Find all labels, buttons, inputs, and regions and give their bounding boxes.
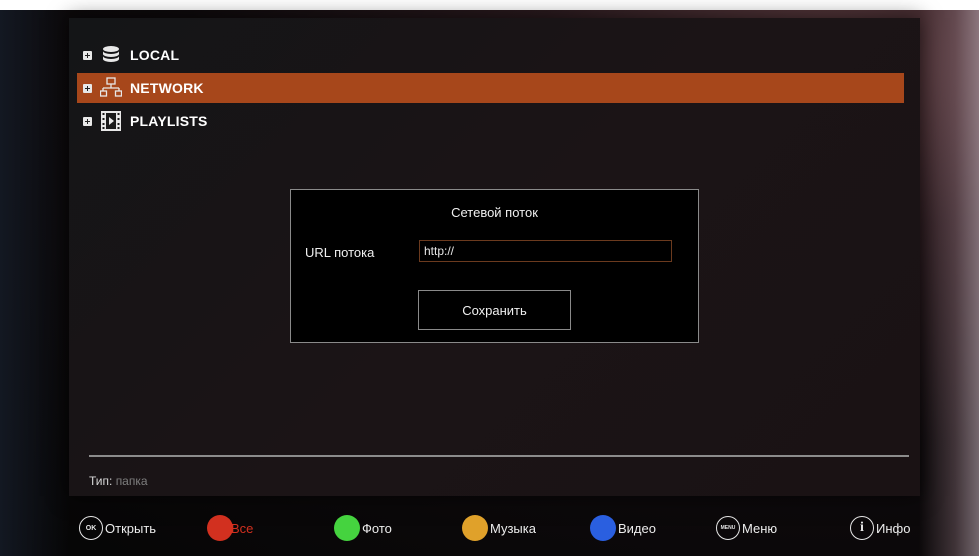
divider <box>89 455 909 457</box>
footer-info-label: Инфо <box>876 520 911 536</box>
footer-music[interactable]: Музыка <box>462 515 536 541</box>
footer-video-label: Видео <box>618 520 656 536</box>
url-input[interactable] <box>419 240 672 262</box>
left-shade <box>0 10 70 556</box>
footer-all[interactable]: Все <box>207 515 253 541</box>
save-button[interactable]: Сохранить <box>418 290 571 330</box>
right-glow <box>919 10 979 556</box>
footer-info[interactable]: i Инфо <box>850 515 910 541</box>
footer-photo-label: Фото <box>362 520 392 536</box>
network-icon <box>100 77 122 99</box>
expand-icon[interactable] <box>83 50 92 60</box>
tree-item-playlists[interactable]: PLAYLISTS <box>77 106 208 136</box>
footer-bar: OK Открыть Все Фото Музыка Видео MENU Ме… <box>0 502 979 556</box>
film-icon <box>100 110 122 132</box>
dialog-title: Сетевой поток <box>451 205 538 220</box>
footer-all-label: Все <box>231 520 254 536</box>
blue-button-icon <box>590 515 616 541</box>
info-icon: i <box>850 516 874 540</box>
footer-video[interactable]: Видео <box>590 515 656 541</box>
tree-item-label: NETWORK <box>130 80 204 96</box>
info-line: Тип: папка <box>89 474 148 488</box>
expand-icon[interactable] <box>83 116 92 126</box>
footer-menu[interactable]: MENU Меню <box>716 515 777 541</box>
tree-item-local[interactable]: LOCAL <box>77 40 179 70</box>
footer-open-label: Открыть <box>105 520 157 536</box>
info-value: папка <box>115 474 148 488</box>
menu-button-icon: MENU <box>716 516 740 540</box>
yellow-button-icon <box>462 515 488 541</box>
footer-photo[interactable]: Фото <box>334 515 392 541</box>
network-stream-dialog: Сетевой поток URL потока Сохранить <box>290 189 699 343</box>
footer-menu-label: Меню <box>742 520 778 536</box>
footer-music-label: Музыка <box>490 520 536 536</box>
red-button-icon <box>207 515 233 541</box>
tree-item-network[interactable]: NETWORK <box>77 73 904 103</box>
footer-open[interactable]: OK Открыть <box>79 515 156 541</box>
info-key: Тип: <box>89 474 113 488</box>
ok-button-icon: OK <box>79 516 103 540</box>
database-icon <box>100 44 122 66</box>
top-strip <box>0 0 979 10</box>
url-label: URL потока <box>305 245 375 260</box>
tree-item-label: LOCAL <box>130 47 180 63</box>
green-button-icon <box>334 515 360 541</box>
expand-icon[interactable] <box>83 83 92 93</box>
tree-item-label: PLAYLISTS <box>130 113 208 129</box>
